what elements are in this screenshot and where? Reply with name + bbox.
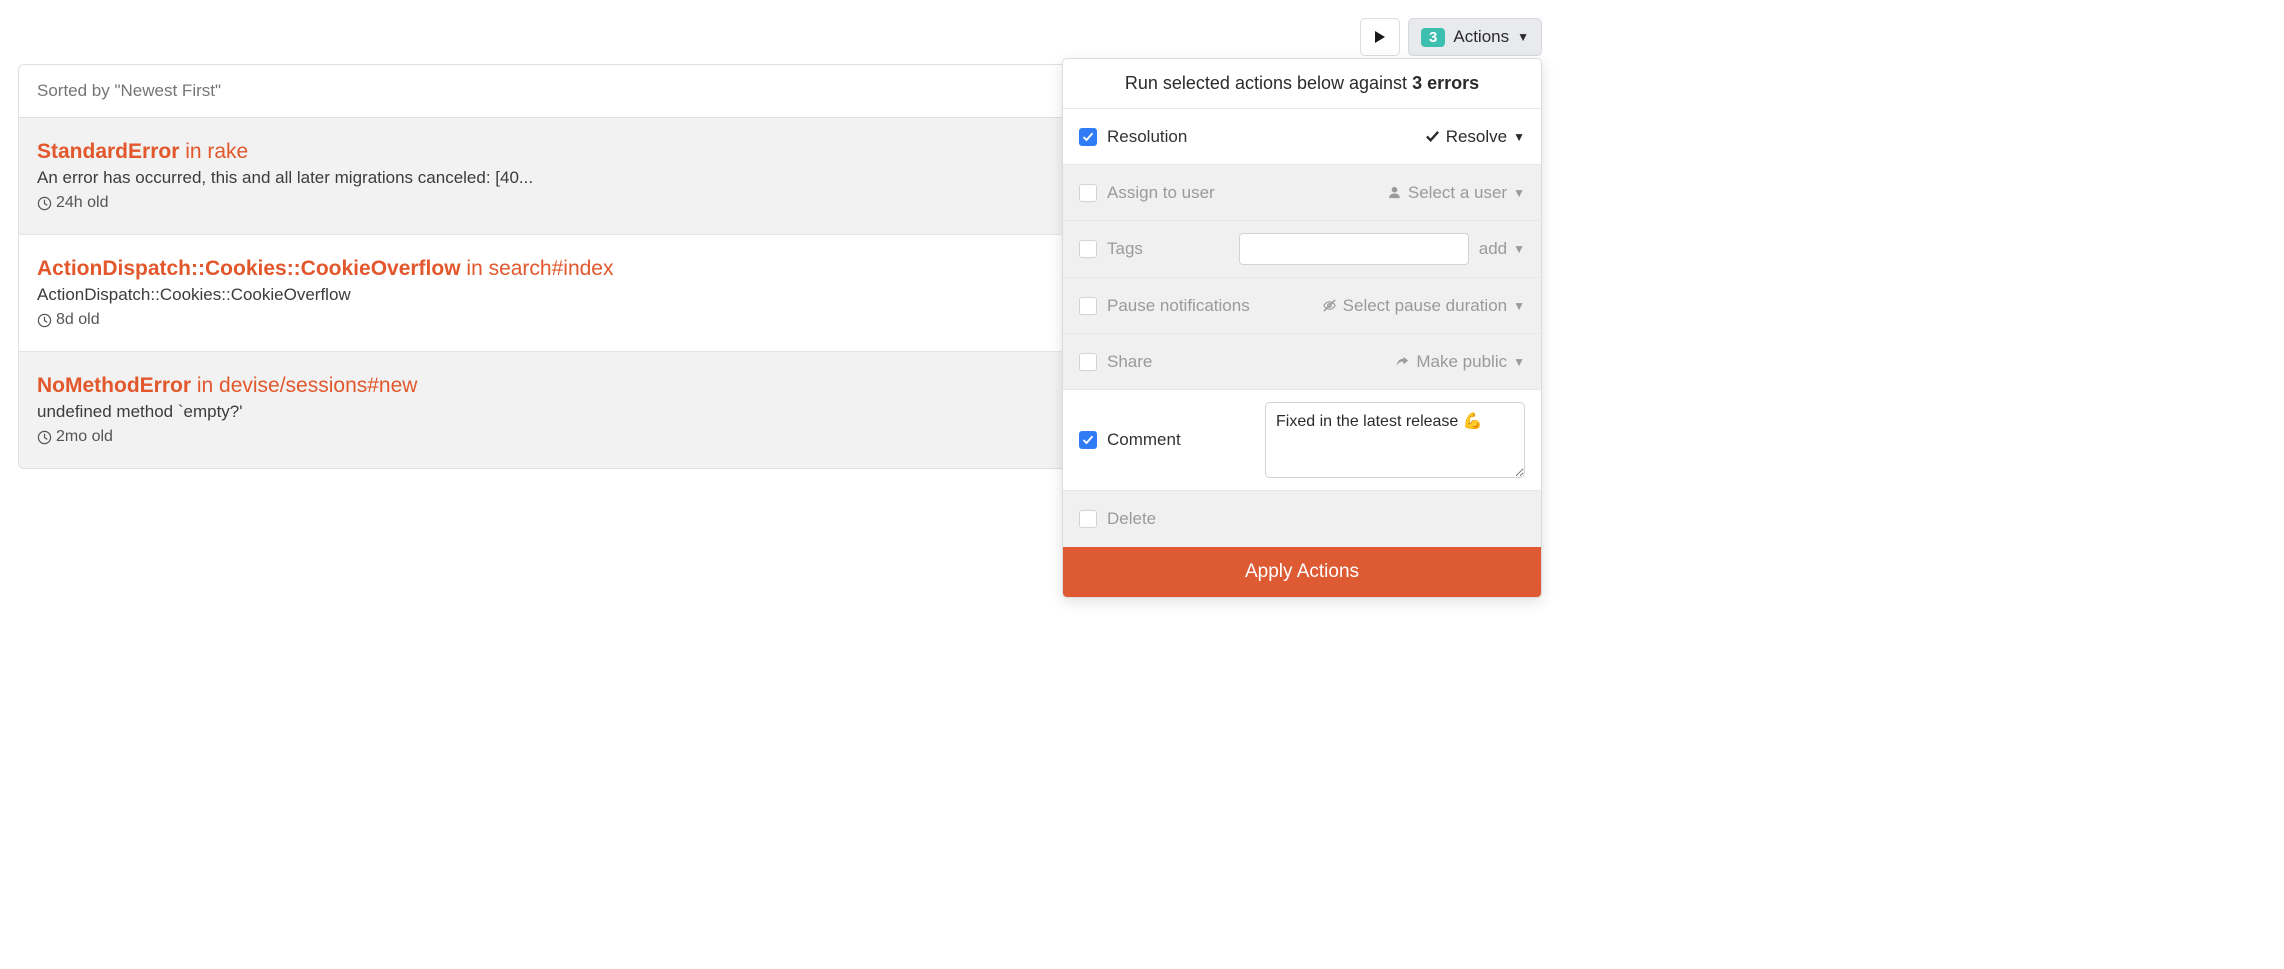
comment-label: Comment [1107, 430, 1255, 450]
checkbox-resolution[interactable] [1079, 128, 1097, 146]
share-action[interactable]: Make public ▼ [1395, 352, 1525, 372]
row-delete[interactable]: Delete [1063, 491, 1541, 547]
assign-action[interactable]: Select a user ▼ [1387, 183, 1525, 203]
clock-icon [37, 430, 52, 445]
error-age: 2mo old [37, 428, 1093, 446]
clock-icon [37, 313, 52, 328]
row-resolution[interactable]: Resolution Resolve ▼ [1063, 109, 1541, 165]
checkbox-assign[interactable] [1079, 184, 1097, 202]
panel-header: Run selected actions below against 3 err… [1063, 59, 1541, 109]
row-pause[interactable]: Pause notifications Select pause duratio… [1063, 278, 1541, 334]
apply-actions-button[interactable]: Apply Actions [1063, 547, 1541, 597]
caret-down-icon: ▼ [1513, 130, 1525, 144]
checkbox-comment[interactable] [1079, 431, 1097, 449]
checkbox-delete[interactable] [1079, 510, 1097, 528]
share-label: Share [1107, 352, 1385, 372]
pause-action[interactable]: Select pause duration ▼ [1322, 296, 1525, 316]
tags-input[interactable] [1239, 233, 1469, 265]
row-comment[interactable]: Comment [1063, 390, 1541, 491]
error-message: An error has occurred, this and all late… [37, 168, 1093, 188]
resolution-label: Resolution [1107, 127, 1415, 147]
row-tags[interactable]: Tags add ▼ [1063, 221, 1541, 278]
error-title[interactable]: NoMethodError in devise/sessions#new [37, 374, 1093, 398]
error-message: ActionDispatch::Cookies::CookieOverflow [37, 285, 1093, 305]
actions-count-badge: 3 [1421, 28, 1445, 47]
checkbox-pause[interactable] [1079, 297, 1097, 315]
sorted-by-label: Sorted by "Newest First" [37, 81, 1093, 101]
caret-down-icon: ▼ [1517, 30, 1529, 44]
pause-label: Pause notifications [1107, 296, 1312, 316]
caret-down-icon: ▼ [1513, 186, 1525, 200]
caret-down-icon: ▼ [1513, 242, 1525, 256]
caret-down-icon: ▼ [1513, 355, 1525, 369]
share-icon [1395, 354, 1410, 369]
row-share[interactable]: Share Make public ▼ [1063, 334, 1541, 390]
checkbox-share[interactable] [1079, 353, 1097, 371]
comment-textarea[interactable] [1265, 402, 1525, 478]
error-age: 8d old [37, 311, 1093, 329]
actions-label: Actions [1453, 27, 1509, 47]
error-message: undefined method `empty?' [37, 402, 1093, 422]
clock-icon [37, 196, 52, 211]
play-button[interactable] [1360, 18, 1400, 56]
actions-panel: Run selected actions below against 3 err… [1062, 58, 1542, 598]
resolution-action[interactable]: Resolve ▼ [1425, 127, 1525, 147]
error-title[interactable]: StandardError in rake [37, 140, 1093, 164]
eye-slash-icon [1322, 298, 1337, 313]
assign-label: Assign to user [1107, 183, 1377, 203]
check-icon [1425, 129, 1440, 144]
row-assign[interactable]: Assign to user Select a user ▼ [1063, 165, 1541, 221]
tags-label: Tags [1107, 239, 1229, 259]
actions-dropdown-button[interactable]: 3 Actions ▼ [1408, 18, 1542, 56]
error-age: 24h old [37, 194, 1093, 212]
tags-add[interactable]: add ▼ [1479, 239, 1525, 259]
user-icon [1387, 185, 1402, 200]
play-icon [1372, 29, 1388, 45]
checkbox-tags[interactable] [1079, 240, 1097, 258]
delete-label: Delete [1107, 509, 1525, 529]
error-title[interactable]: ActionDispatch::Cookies::CookieOverflow … [37, 257, 1093, 281]
caret-down-icon: ▼ [1513, 299, 1525, 313]
